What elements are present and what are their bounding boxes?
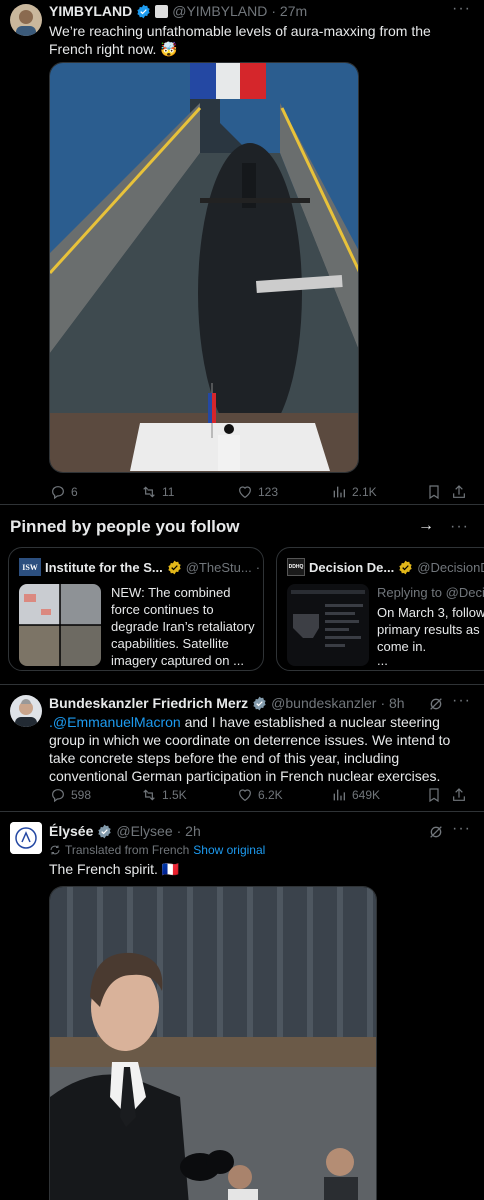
bookmark-icon — [429, 485, 439, 500]
reply-count: 6 — [71, 485, 78, 499]
views-icon — [333, 486, 345, 498]
card-author-handle: @TheStu... — [185, 560, 252, 575]
card-author-name: Decision De... — [309, 560, 395, 575]
card-text: NEW: The combined force continues to deg… — [111, 585, 255, 668]
verified-icon — [98, 824, 112, 838]
translation-note: Translated from French Show original — [49, 843, 265, 857]
pinned-card-ddhq[interactable]: DDHQ Decision De... @DecisionD Replying … — [276, 547, 484, 671]
more-options-icon[interactable]: ··· — [452, 692, 471, 710]
arrow-right-icon[interactable]: → — [418, 517, 434, 535]
reply-button[interactable]: 6 — [50, 484, 78, 500]
repost-button[interactable]: 1.5K — [141, 787, 187, 803]
more-options-icon[interactable]: ··· — [452, 0, 471, 18]
repost-button[interactable]: 11 — [141, 484, 174, 500]
like-button[interactable]: 6.2K — [237, 787, 283, 803]
post-image-submarine[interactable] — [49, 62, 359, 473]
verified-icon — [253, 696, 266, 710]
post-image-macron[interactable] — [49, 886, 377, 1200]
post-merz[interactable]: Bundeskanzler Friedrich Merz @bundeskanz… — [0, 686, 484, 812]
mention-link[interactable]: .@EmmanuelMacron — [49, 714, 181, 730]
reply-button[interactable]: 598 — [50, 787, 91, 803]
macron-photo — [50, 887, 376, 1200]
share-button[interactable] — [451, 484, 467, 500]
post-yimbyland[interactable]: YIMBYLAND @YIMBYLAND · 27m ··· We’re rea… — [0, 0, 484, 505]
satellite-imagery — [19, 584, 101, 666]
avatar[interactable] — [10, 695, 42, 727]
avatar[interactable] — [10, 4, 42, 36]
election-map-image — [287, 584, 369, 666]
grok-icon[interactable] — [428, 824, 444, 840]
show-original-link[interactable]: Show original — [193, 843, 265, 857]
reply-icon — [52, 486, 64, 500]
ddhq-logo: DDHQ — [287, 558, 305, 576]
card-media-map[interactable] — [287, 584, 369, 666]
like-count: 6.2K — [258, 788, 283, 802]
repost-icon — [143, 486, 155, 498]
grok-icon[interactable] — [428, 696, 444, 712]
card-ellipsis: ... — [377, 653, 388, 668]
translate-icon — [50, 845, 60, 855]
repost-count: 1.5K — [162, 788, 187, 802]
isw-logo: ISW — [19, 558, 41, 576]
card-text: On March 3, follow primary results as co… — [377, 605, 484, 654]
verified-gold-icon — [168, 560, 181, 575]
author-handle[interactable]: @bundeskanzler — [271, 695, 376, 711]
author-handle[interactable]: @YIMBYLAND — [172, 3, 267, 19]
share-button[interactable] — [451, 787, 467, 803]
post-elysee[interactable]: Élysée @Elysee · 2h ··· Translated from … — [0, 812, 484, 1200]
card-replying-to: Replying to @Decis — [377, 585, 484, 600]
repost-icon — [143, 789, 155, 801]
card-author-name: Institute for the S... — [45, 560, 163, 575]
share-icon — [453, 788, 465, 801]
views-button[interactable]: 2.1K — [331, 484, 377, 500]
submarine-photo — [50, 63, 358, 472]
views-button[interactable]: 649K — [331, 787, 380, 803]
author-name[interactable]: Bundeskanzler Friedrich Merz — [49, 695, 248, 711]
author-name[interactable]: Élysée — [49, 823, 93, 839]
views-icon — [333, 789, 345, 801]
heart-icon — [239, 486, 251, 499]
post-header: Bundeskanzler Friedrich Merz @bundeskanz… — [49, 695, 405, 711]
post-header: YIMBYLAND @YIMBYLAND · 27m — [49, 3, 307, 19]
verified-gold-icon — [399, 560, 412, 575]
post-text: We’re reaching unfathomable levels of au… — [49, 23, 431, 57]
heart-icon — [239, 789, 251, 802]
bookmark-button[interactable] — [426, 787, 442, 803]
post-header: Élysée @Elysee · 2h — [49, 823, 201, 839]
post-text: The French spirit. 🇫🇷 — [49, 861, 180, 877]
author-handle[interactable]: @Elysee — [116, 823, 172, 839]
bookmark-button[interactable] — [426, 484, 442, 500]
view-count: 649K — [352, 788, 381, 802]
verified-icon — [137, 4, 150, 18]
avatar[interactable] — [10, 822, 42, 854]
translated-label: Translated from French — [65, 843, 190, 857]
view-count: 2.1K — [352, 485, 377, 499]
like-count: 123 — [258, 485, 279, 499]
post-time[interactable]: · 27m — [271, 3, 307, 19]
affiliate-badge-icon — [155, 4, 169, 18]
post-time[interactable]: · 8h — [380, 695, 404, 711]
post-time[interactable]: · 2h — [177, 823, 201, 839]
post-text: .@EmmanuelMacron and I have established … — [49, 713, 469, 785]
reply-icon — [52, 789, 64, 803]
like-button[interactable]: 123 — [237, 484, 278, 500]
card-author-handle: @DecisionD — [417, 560, 484, 575]
share-icon — [453, 485, 465, 498]
pinned-more-icon[interactable]: ··· — [450, 518, 469, 536]
card-time: · 3h — [255, 560, 263, 575]
more-options-icon[interactable]: ··· — [452, 820, 471, 838]
reply-count: 598 — [71, 788, 92, 802]
pinned-title: Pinned by people you follow — [10, 517, 240, 536]
pinned-card-isw[interactable]: ISW Institute for the S... @TheStu... · … — [8, 547, 264, 671]
bookmark-icon — [429, 788, 439, 803]
author-name[interactable]: YIMBYLAND — [49, 3, 132, 19]
repost-count: 11 — [162, 485, 175, 499]
card-media-grid[interactable] — [19, 584, 101, 666]
